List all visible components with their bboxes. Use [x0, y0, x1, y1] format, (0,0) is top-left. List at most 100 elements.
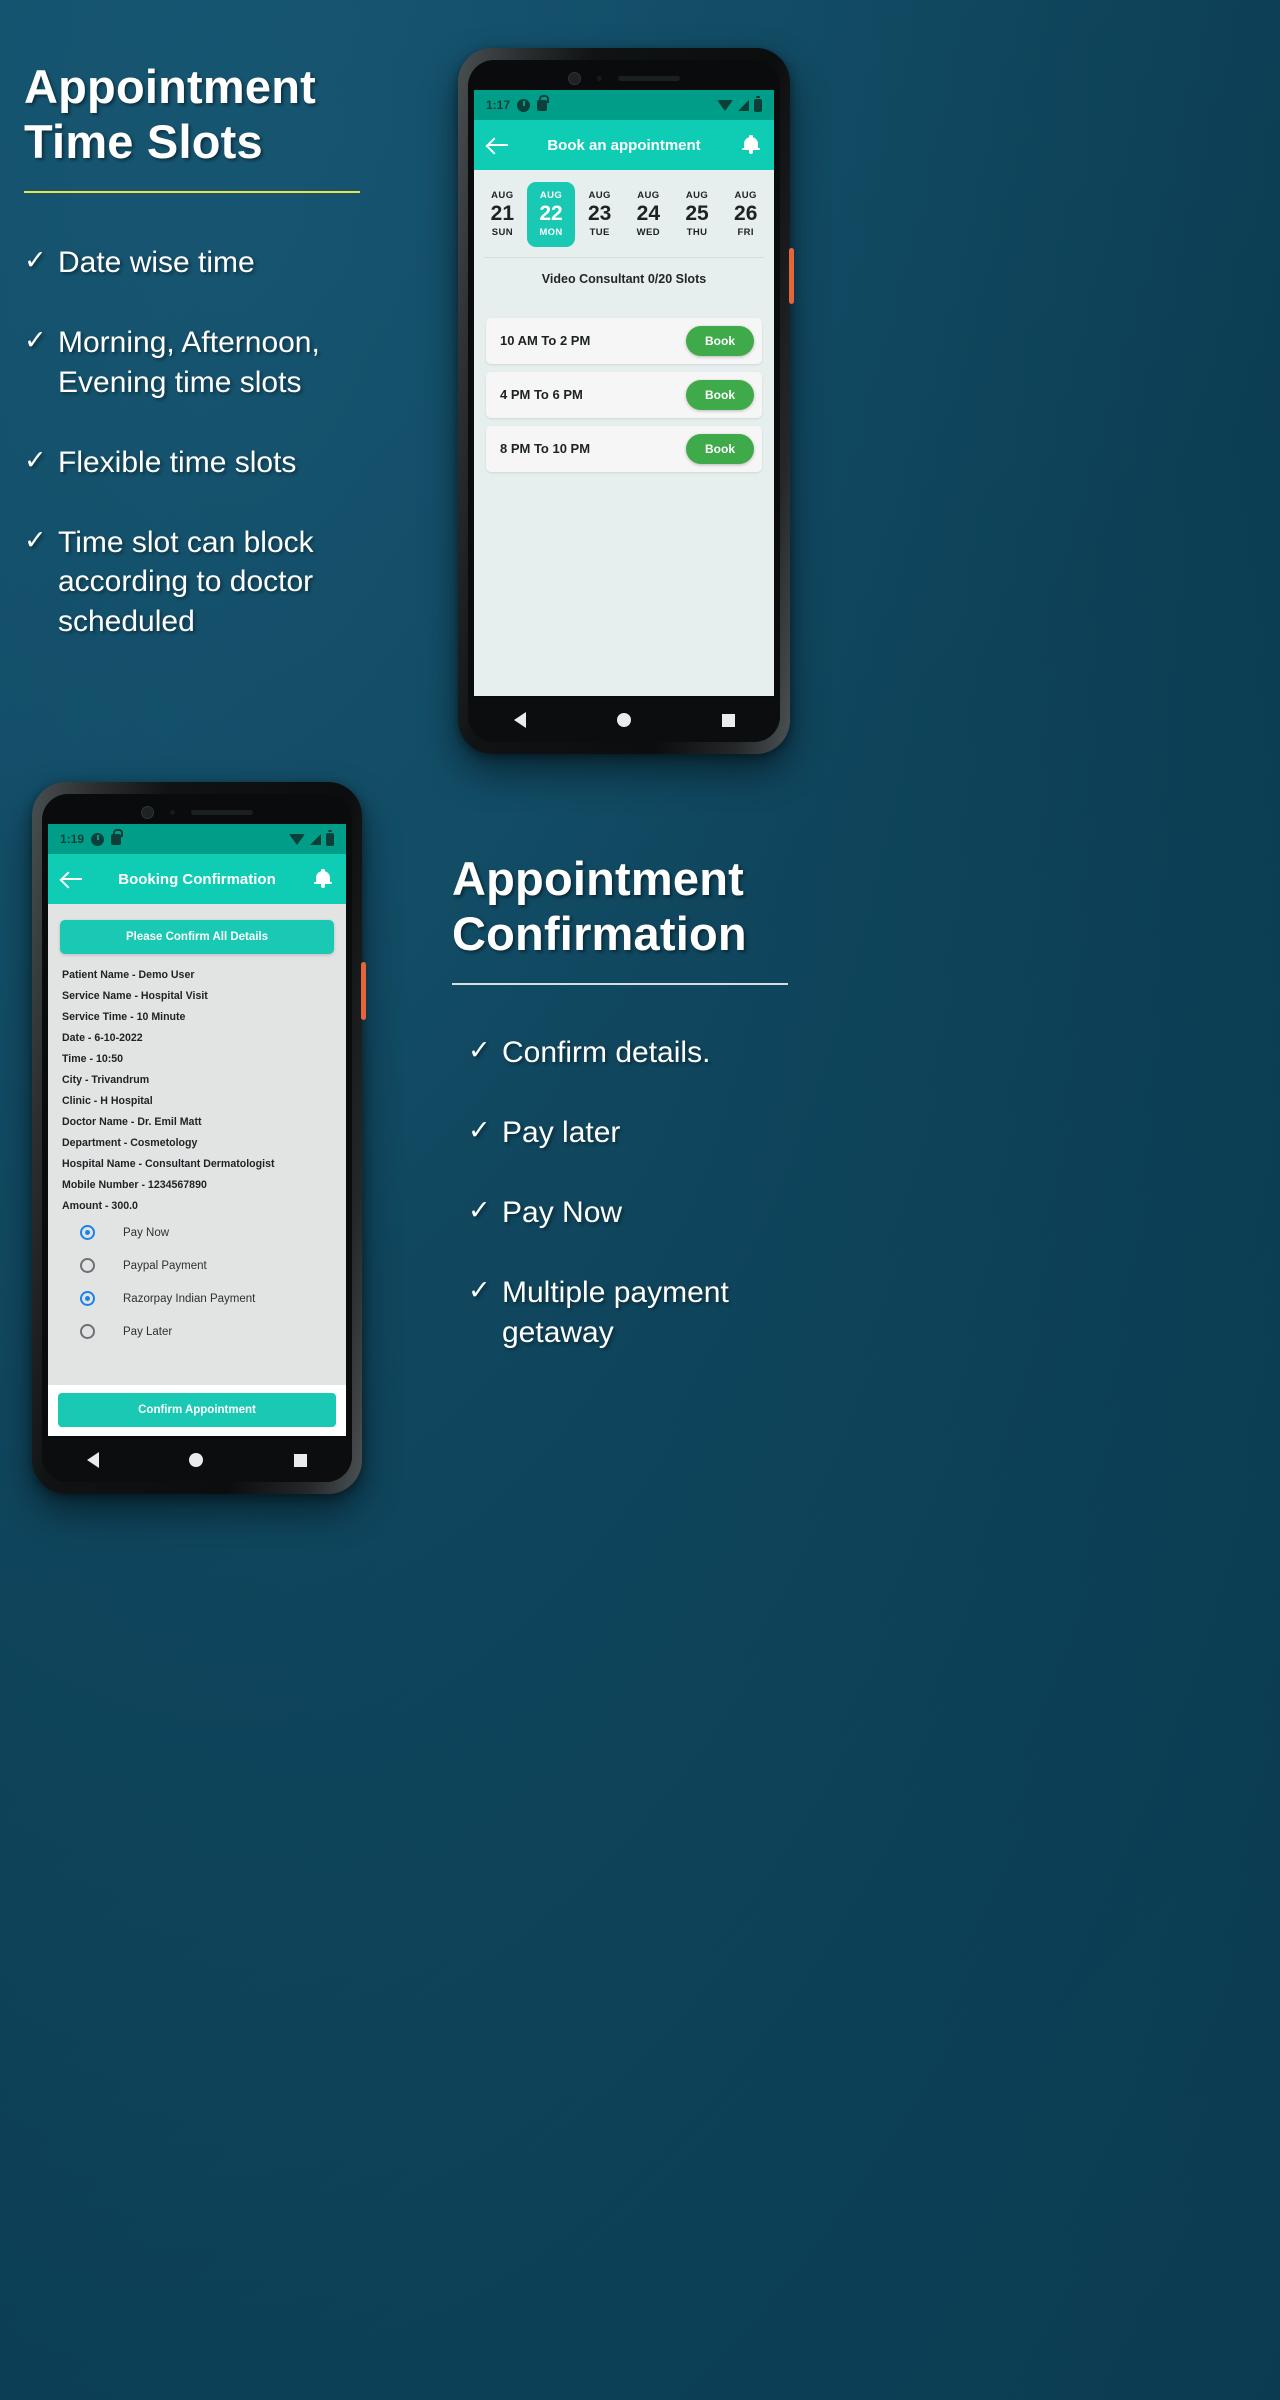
confirm-appointment-button[interactable]: Confirm Appointment [58, 1393, 336, 1427]
app-bar: Book an appointment [474, 120, 774, 170]
bell-icon[interactable] [742, 135, 760, 155]
appointment-details-list: Patient Name - Demo User Service Name - … [58, 964, 336, 1216]
date-cell-3[interactable]: AUG 24 WED [624, 182, 673, 247]
phone-side-button[interactable] [789, 248, 794, 304]
bullet-text: Pay later [502, 1115, 621, 1149]
slot-time-label: 10 AM To 2 PM [500, 333, 591, 349]
book-button[interactable]: Book [686, 379, 754, 410]
check-icon: ✓ [468, 1194, 491, 1225]
list-item: 10 AM To 2 PM Book [486, 317, 762, 364]
check-icon: ✓ [468, 1035, 491, 1066]
radio-icon[interactable] [80, 1291, 95, 1306]
slot-time-label: 4 PM To 6 PM [500, 387, 583, 403]
slot-time-label: 8 PM To 10 PM [500, 441, 591, 457]
sensor-icon [597, 76, 602, 81]
radio-icon[interactable] [80, 1324, 95, 1339]
radio-icon[interactable] [80, 1225, 95, 1240]
camera-icon [568, 72, 581, 85]
section-two-bullet-list: ✓ Confirm details. ✓ Pay later ✓ Pay Now… [452, 1033, 788, 1352]
battery-icon [326, 829, 334, 846]
payment-option-paypal[interactable]: Paypal Payment [58, 1249, 336, 1282]
status-bar-left: 1:19 [60, 828, 124, 846]
list-item: ✓ Pay later [468, 1113, 788, 1153]
detail-row: Service Name - Hospital Visit [62, 989, 208, 1002]
section-one-heading-line2: Time Slots [24, 114, 263, 168]
back-triangle-icon[interactable] [513, 712, 526, 728]
payment-option-label: Pay Now [123, 1226, 170, 1239]
bullet-text: Date wise time [58, 246, 255, 280]
payment-option-label: Paypal Payment [123, 1259, 207, 1272]
date-cell-1-selected[interactable]: AUG 22 MON [526, 182, 576, 247]
confirmation-body: Please Confirm All Details Patient Name … [48, 904, 346, 1436]
bullet-text: Flexible time slots [58, 445, 297, 479]
wifi-icon [717, 99, 733, 111]
status-bar: 1:17 [474, 90, 774, 120]
confirm-banner: Please Confirm All Details [60, 920, 334, 954]
date-month: AUG [637, 190, 660, 201]
home-circle-icon[interactable] [189, 1453, 204, 1467]
back-triangle-icon[interactable] [87, 1452, 100, 1468]
phone-side-button[interactable] [361, 962, 366, 1020]
section-one-heading-line1: Appointment [24, 60, 316, 113]
app-bar: Booking Confirmation [48, 854, 346, 904]
status-time: 1:17 [486, 98, 511, 112]
status-bar: 1:19 [48, 824, 346, 854]
back-arrow-icon[interactable] [62, 870, 84, 888]
speaker-grill [191, 810, 253, 815]
recents-square-icon[interactable] [293, 1453, 307, 1467]
detail-row: Mobile Number - 1234567890 [62, 1178, 207, 1191]
check-icon: ✓ [24, 444, 47, 475]
phone-booking: 1:17 Book an appointment AUG 21 SUN AUG … [458, 48, 794, 754]
slot-list: 10 AM To 2 PM Book 4 PM To 6 PM Book 8 P… [474, 311, 774, 696]
home-circle-icon[interactable] [616, 713, 631, 727]
wifi-icon [289, 833, 305, 845]
date-day: 21 [490, 202, 515, 225]
list-item: 8 PM To 10 PM Book [486, 425, 762, 472]
status-bar-left: 1:17 [486, 94, 550, 112]
date-day: 22 [539, 202, 563, 225]
payment-option-pay-now[interactable]: Pay Now [58, 1216, 336, 1249]
phone-confirmation: 1:19 Booking Confirmation Please Confirm… [32, 782, 366, 1494]
sensor-icon [170, 810, 175, 815]
payment-option-pay-later[interactable]: Pay Later [58, 1315, 336, 1348]
date-weekday: THU [686, 226, 708, 238]
date-cell-5[interactable]: AUG 26 FRI [721, 182, 770, 247]
status-time: 1:19 [60, 832, 85, 846]
back-arrow-icon[interactable] [488, 136, 510, 154]
date-day: 24 [636, 202, 661, 225]
phone-bezel: 1:17 Book an appointment AUG 21 SUN AUG … [468, 60, 780, 742]
payment-options-group: Pay Now Paypal Payment Razorpay Indian P… [58, 1216, 336, 1348]
section-one-divider [24, 191, 360, 194]
lock-icon [111, 828, 124, 845]
date-selector: AUG 21 SUN AUG 22 MON AUG 23 TUE AUG 24 [474, 170, 774, 257]
date-cell-4[interactable]: AUG 25 THU [673, 182, 722, 247]
bullet-text: Confirm details. [502, 1036, 711, 1070]
book-button[interactable]: Book [686, 433, 754, 464]
radio-icon[interactable] [80, 1258, 95, 1273]
detail-row: Clinic - H Hospital [62, 1094, 153, 1107]
bell-icon[interactable] [314, 869, 332, 889]
check-icon: ✓ [24, 245, 47, 276]
list-item: ✓ Multiple payment getaway [468, 1273, 788, 1353]
check-icon: ✓ [468, 1274, 491, 1305]
list-item: ✓ Time slot can block according to docto… [24, 523, 360, 643]
date-cell-2[interactable]: AUG 23 TUE [575, 182, 624, 247]
status-bar-right [717, 95, 762, 112]
recents-square-icon[interactable] [721, 713, 735, 727]
date-day: 26 [734, 202, 758, 225]
section-two-heading: Appointment Confirmation [452, 852, 788, 961]
section-two-copy: Appointment Confirmation ✓ Confirm detai… [452, 852, 788, 1392]
lock-icon [537, 94, 550, 111]
payment-option-razorpay[interactable]: Razorpay Indian Payment [58, 1282, 336, 1315]
detail-row: Patient Name - Demo User [62, 968, 195, 981]
clock-icon [517, 98, 531, 112]
date-cell-0[interactable]: AUG 21 SUN [478, 182, 527, 247]
list-item: ✓ Flexible time slots [24, 443, 360, 483]
book-button[interactable]: Book [686, 325, 754, 356]
payment-option-label: Razorpay Indian Payment [123, 1292, 256, 1305]
payment-option-label: Pay Later [123, 1325, 173, 1338]
check-icon: ✓ [24, 524, 47, 555]
signal-icon [738, 99, 749, 111]
system-nav-bar [42, 1438, 352, 1482]
bullet-text: Multiple payment getaway [502, 1275, 729, 1349]
